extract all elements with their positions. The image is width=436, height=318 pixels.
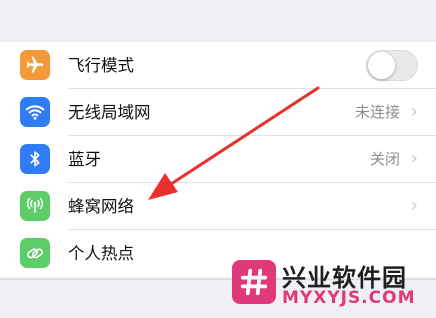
airplane-icon <box>20 50 50 80</box>
airplane-mode-label: 飞行模式 <box>68 56 134 75</box>
cellular-antenna-icon <box>20 191 50 221</box>
chevron-right-icon: › <box>410 195 418 216</box>
site-watermark: 兴业软件园 MYXYJS.COM <box>230 258 430 313</box>
cellular-label: 蜂窝网络 <box>68 197 134 216</box>
chevron-right-icon: › <box>410 148 418 169</box>
bluetooth-status: 关闭 <box>369 150 400 168</box>
watermark-url: MYXYJS.COM <box>282 288 416 308</box>
chevron-right-icon: › <box>410 101 418 122</box>
hotspot-link-icon <box>20 238 50 268</box>
wifi-label: 无线局域网 <box>68 103 151 122</box>
wifi-icon <box>20 97 50 127</box>
airplane-mode-toggle[interactable] <box>366 50 418 81</box>
bluetooth-row[interactable]: 蓝牙 关闭 › <box>0 136 436 183</box>
personal-hotspot-label: 个人热点 <box>68 244 134 263</box>
bluetooth-label: 蓝牙 <box>68 150 101 169</box>
wifi-status: 未连接 <box>354 103 400 121</box>
airplane-mode-row[interactable]: 飞行模式 <box>0 42 436 89</box>
hash-logo-icon <box>232 260 276 304</box>
section-header-gap <box>0 0 436 43</box>
bluetooth-icon <box>20 144 50 174</box>
toggle-knob <box>368 52 395 79</box>
settings-list: 飞行模式 无线局域网 未连接 › 蓝牙 关闭 › 蜂窝网络 › 个人热点 <box>0 42 436 277</box>
wifi-row[interactable]: 无线局域网 未连接 › <box>0 89 436 136</box>
cellular-row[interactable]: 蜂窝网络 › <box>0 183 436 230</box>
